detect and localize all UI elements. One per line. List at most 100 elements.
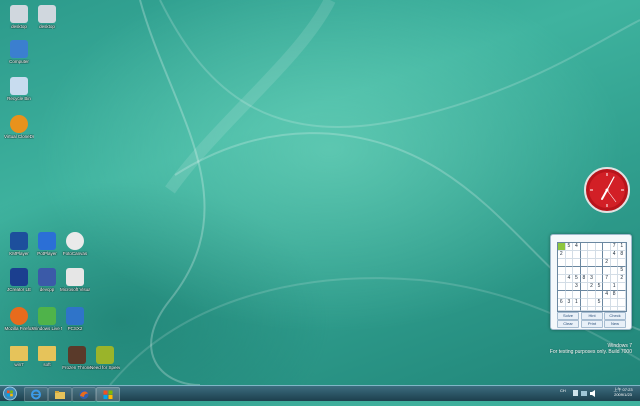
sudoku-cell[interactable] [580, 283, 589, 291]
sudoku-cell[interactable]: 6 [558, 299, 566, 307]
desktop-icon-potplayer[interactable]: PotPlayer [32, 232, 62, 256]
sudoku-cell[interactable]: 5 [565, 243, 574, 251]
sudoku-cell[interactable] [595, 251, 604, 259]
desktop-icon-recycle-bin[interactable]: Recycle Bin [4, 77, 34, 101]
sudoku-cell[interactable] [580, 251, 589, 259]
desktop-icon-computer[interactable]: Computer [4, 40, 34, 64]
sudoku-cell[interactable]: 8 [580, 275, 589, 283]
check-button[interactable]: Check [604, 312, 626, 320]
sudoku-cell[interactable] [595, 243, 604, 251]
sudoku-cell[interactable] [595, 307, 604, 311]
print-button[interactable]: Print [581, 320, 603, 328]
clear-button[interactable]: Clear [557, 320, 579, 328]
sudoku-cell[interactable] [580, 243, 589, 251]
sudoku-cell[interactable] [558, 259, 566, 267]
desktop-icon-virtual-clone-drive[interactable]: Virtual CloneDrive [4, 115, 34, 139]
sudoku-cell[interactable]: 5 [595, 299, 604, 307]
sudoku-cell[interactable] [565, 283, 574, 291]
sudoku-cell[interactable] [603, 299, 611, 307]
sudoku-cell[interactable]: 5 [573, 275, 581, 283]
sudoku-cell[interactable] [558, 243, 566, 251]
sudoku-cell[interactable]: 2 [558, 251, 566, 259]
tray-language[interactable]: CH [560, 388, 566, 393]
sudoku-cell[interactable] [580, 299, 589, 307]
sudoku-cell[interactable] [558, 307, 566, 311]
sudoku-cell[interactable] [603, 307, 611, 311]
sudoku-cell[interactable] [588, 299, 596, 307]
desktop-icon-windows-live-messenger[interactable]: Windows Live Mess... [32, 307, 62, 331]
sudoku-cell[interactable] [558, 291, 566, 299]
sudoku-cell[interactable] [558, 267, 566, 275]
desktop-icon-win7[interactable]: win7 [4, 346, 34, 367]
sudoku-cell[interactable] [573, 307, 581, 311]
sudoku-cell[interactable]: 8 [610, 291, 619, 299]
sudoku-cell[interactable]: 3 [588, 275, 596, 283]
sudoku-cell[interactable]: 2 [588, 283, 596, 291]
sudoku-cell[interactable] [565, 267, 574, 275]
sudoku-cell[interactable] [618, 299, 626, 307]
sudoku-cell[interactable] [573, 267, 581, 275]
sudoku-cell[interactable] [595, 267, 604, 275]
sudoku-cell[interactable] [610, 299, 619, 307]
desktop-icon-need-for-speed[interactable]: Need for Speed ... [90, 346, 120, 370]
sudoku-cell[interactable]: 1 [610, 283, 619, 291]
sudoku-cell[interactable] [603, 243, 611, 251]
sudoku-cell[interactable] [573, 259, 581, 267]
sudoku-cell[interactable] [603, 283, 611, 291]
sudoku-cell[interactable] [565, 291, 574, 299]
sudoku-cell[interactable]: 4 [610, 251, 619, 259]
sudoku-cell[interactable] [603, 267, 611, 275]
sudoku-cell[interactable]: 5 [595, 283, 604, 291]
sudoku-cell[interactable] [618, 291, 626, 299]
sudoku-cell[interactable]: 1 [573, 299, 581, 307]
desktop-icon-desktop-icon-2[interactable]: desktop [32, 5, 62, 29]
sudoku-cell[interactable] [603, 251, 611, 259]
sudoku-cell[interactable]: 4 [565, 275, 574, 283]
sudoku-cell[interactable] [588, 251, 596, 259]
sudoku-cell[interactable]: 1 [618, 243, 626, 251]
hint-button[interactable]: Hint [581, 312, 603, 320]
sudoku-cell[interactable] [618, 259, 626, 267]
sudoku-cell[interactable]: 2 [603, 259, 611, 267]
sudoku-cell[interactable] [588, 267, 596, 275]
sudoku-cell[interactable] [588, 259, 596, 267]
sudoku-cell[interactable] [610, 267, 619, 275]
sudoku-cell[interactable] [580, 267, 589, 275]
sudoku-cell[interactable] [573, 251, 581, 259]
desktop-icon-devcpp[interactable]: devcpp [32, 268, 62, 292]
clock-gadget[interactable] [583, 166, 631, 214]
sudoku-cell[interactable]: 3 [565, 299, 574, 307]
sudoku-cell[interactable] [580, 259, 589, 267]
desktop-icon-jcreator[interactable]: JCreator LE [4, 268, 34, 292]
sudoku-cell[interactable] [580, 307, 589, 311]
sudoku-cell[interactable] [565, 251, 574, 259]
sudoku-cell[interactable] [595, 291, 604, 299]
tray-clock[interactable]: 上午 07:23 2009/1/23 [608, 387, 638, 397]
sudoku-cell[interactable]: 7 [610, 243, 619, 251]
desktop-icon-soft[interactable]: soft [32, 346, 62, 367]
tray-icons[interactable] [572, 389, 602, 398]
sudoku-grid[interactable]: 5471248254583723251486315 [557, 242, 627, 312]
sudoku-cell[interactable] [588, 307, 596, 311]
sudoku-cell[interactable] [595, 275, 604, 283]
sudoku-cell[interactable] [558, 283, 566, 291]
desktop-icon-fotocanvas[interactable]: FotoCanvas [60, 232, 90, 256]
sudoku-cell[interactable]: 8 [618, 251, 626, 259]
sudoku-cell[interactable]: 3 [573, 283, 581, 291]
desktop-icon-frozen-throne[interactable]: Frozen Throne [62, 346, 92, 370]
desktop-icon-kmplayer[interactable]: KMPlayer [4, 232, 34, 256]
sudoku-cell[interactable] [588, 291, 596, 299]
sudoku-cell[interactable] [595, 259, 604, 267]
sudoku-cell[interactable] [565, 307, 574, 311]
sudoku-cell[interactable]: 4 [573, 243, 581, 251]
sudoku-cell[interactable] [618, 307, 626, 311]
start-button[interactable] [2, 386, 18, 401]
new-button[interactable]: New [604, 320, 626, 328]
sudoku-cell[interactable] [610, 275, 619, 283]
desktop-icon-visual-cpp[interactable]: Microsoft Visual C++... [60, 268, 90, 292]
sudoku-cell[interactable]: 5 [618, 267, 626, 275]
sudoku-cell[interactable]: 2 [618, 275, 626, 283]
desktop-icon-pcsx2[interactable]: PCSX2 [60, 307, 90, 331]
sudoku-cell[interactable] [610, 259, 619, 267]
sudoku-cell[interactable] [580, 291, 589, 299]
